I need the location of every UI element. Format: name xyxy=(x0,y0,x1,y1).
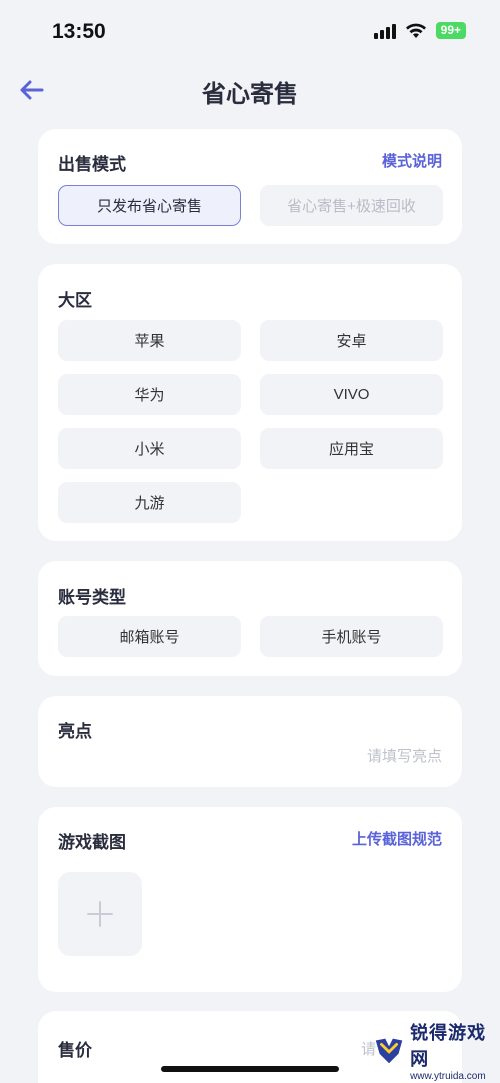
mode-option-consign-plus-recycle[interactable]: 省心寄售+极速回收 xyxy=(260,185,443,226)
region-option-xiaomi[interactable]: 小米 xyxy=(58,428,241,469)
nav-bar: 省心寄售 xyxy=(0,66,500,114)
status-bar: 13:50 99+ xyxy=(0,0,500,66)
cellular-signal-icon xyxy=(373,23,396,39)
upload-guidelines-link[interactable]: 上传截图规范 xyxy=(352,828,442,849)
region-option-vivo[interactable]: VIVO xyxy=(260,374,443,415)
sale-mode-card: 出售模式 模式说明 只发布省心寄售 省心寄售+极速回收 xyxy=(38,129,462,244)
region-option-apple[interactable]: 苹果 xyxy=(58,320,241,361)
highlight-card: 亮点 请填写亮点 xyxy=(38,696,462,787)
upload-screenshot-button[interactable] xyxy=(58,872,142,956)
region-option-android[interactable]: 安卓 xyxy=(260,320,443,361)
region-option-huawei[interactable]: 华为 xyxy=(58,374,241,415)
home-indicator[interactable] xyxy=(161,1066,339,1072)
highlight-input[interactable]: 请填写亮点 xyxy=(367,745,442,766)
battery-icon: 99+ xyxy=(435,22,466,39)
screenshots-card: 游戏截图 上传截图规范 xyxy=(38,807,462,992)
region-title: 大区 xyxy=(58,291,92,310)
price-title: 售价 xyxy=(58,1041,92,1060)
watermark-url: www.ytruida.com xyxy=(410,1070,486,1082)
account-type-title: 账号类型 xyxy=(58,588,126,607)
account-type-option-email[interactable]: 邮箱账号 xyxy=(58,616,241,657)
plus-icon xyxy=(87,901,113,927)
account-type-card: 账号类型 邮箱账号 手机账号 xyxy=(38,561,462,676)
watermark-logo-icon xyxy=(375,1038,403,1064)
highlight-title: 亮点 xyxy=(58,722,92,741)
mode-explanation-link[interactable]: 模式说明 xyxy=(382,150,442,171)
sale-mode-title: 出售模式 xyxy=(58,155,126,174)
region-option-yingyongbao[interactable]: 应用宝 xyxy=(260,428,443,469)
watermark-name: 锐得游戏网 xyxy=(410,1022,487,1069)
mode-option-consign-only[interactable]: 只发布省心寄售 xyxy=(58,185,241,226)
region-card: 大区 苹果 安卓 华为 VIVO 小米 应用宝 九游 xyxy=(38,264,462,541)
page-title: 省心寄售 xyxy=(202,81,298,108)
watermark: 锐得游戏网 www.ytruida.com xyxy=(372,1020,500,1082)
account-type-option-phone[interactable]: 手机账号 xyxy=(260,616,443,657)
status-time: 13:50 xyxy=(52,20,106,43)
screenshots-title: 游戏截图 xyxy=(58,833,126,852)
wifi-icon xyxy=(405,23,426,38)
status-icons: 99+ xyxy=(373,22,466,39)
region-option-jiuyou[interactable]: 九游 xyxy=(58,482,241,523)
